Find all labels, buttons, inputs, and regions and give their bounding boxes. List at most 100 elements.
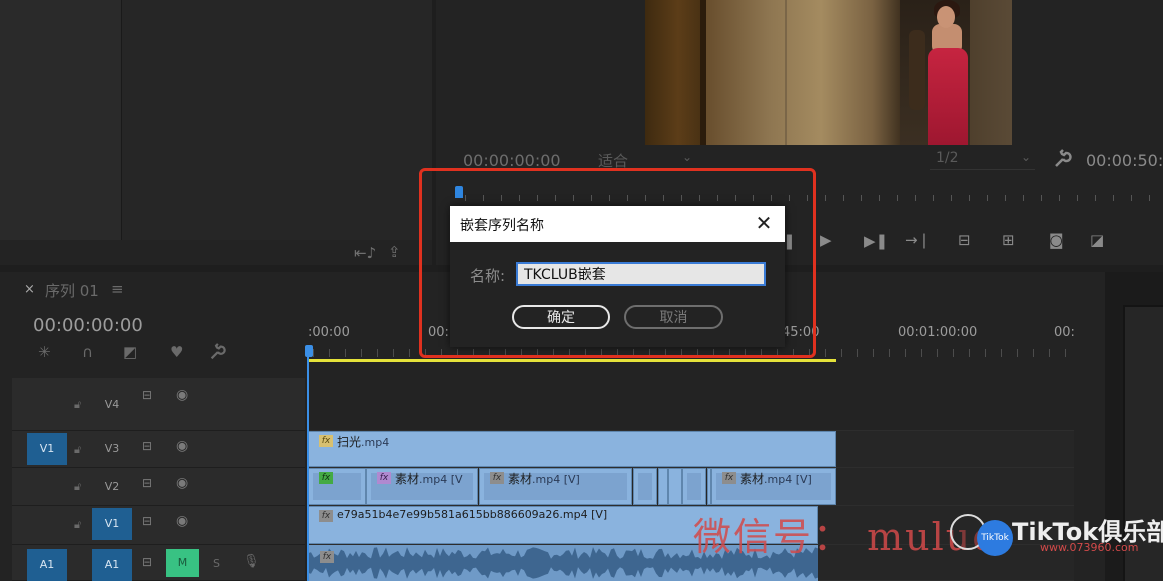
clip-v2-short-4[interactable]	[682, 468, 706, 505]
track-name[interactable]: A1	[92, 549, 132, 581]
work-area-bar[interactable]	[308, 359, 836, 362]
clip-v2-nested[interactable]: fx	[308, 468, 366, 505]
clip-name: 扫光	[337, 435, 362, 449]
eye-icon[interactable]: ◉	[176, 438, 188, 454]
ruler-tick	[329, 349, 330, 357]
sync-lock-icon[interactable]: ⊟	[142, 514, 152, 528]
ruler-tick	[1113, 195, 1114, 201]
ruler-tick	[985, 349, 986, 357]
lock-icon[interactable]: 🔓︎	[74, 398, 81, 412]
clip-v2-a[interactable]: fx 素材.mp4 [V	[366, 468, 478, 505]
ruler-tick	[841, 349, 842, 357]
sync-lock-icon[interactable]: ⊟	[142, 439, 152, 453]
eye-icon[interactable]: ◉	[176, 513, 188, 529]
ruler-tick	[361, 349, 362, 357]
ruler-tick	[1095, 195, 1096, 201]
ruler-tick	[1149, 195, 1150, 201]
resolution-dropdown[interactable]: 1/2 ⌄	[930, 150, 1035, 170]
lock-icon[interactable]: 🔓︎	[74, 518, 81, 532]
track-name[interactable]: V3	[92, 433, 132, 465]
fx-badge: fx	[722, 472, 736, 484]
play-icon[interactable]: ▶	[820, 231, 832, 249]
source-patch-a1[interactable]: A1	[27, 549, 67, 581]
fit-dropdown[interactable]: 适合 ⌄	[598, 150, 696, 170]
sync-lock-icon[interactable]: ⊟	[142, 555, 152, 569]
step-forward-icon[interactable]: ▶❚	[864, 232, 888, 250]
clip-label: 素材.mp4 [V	[395, 470, 463, 487]
ruler-tick	[905, 349, 906, 357]
eye-icon[interactable]: ◉	[176, 475, 188, 491]
fx-badge: fx	[377, 472, 391, 484]
ruler-label: 00:	[1054, 325, 1075, 340]
fx-badge: fx	[319, 435, 333, 447]
wrench-icon[interactable]	[1052, 149, 1072, 169]
add-marker-icon[interactable]: ♥	[170, 343, 183, 361]
timeline-timecode[interactable]: 00:00:00:00	[33, 315, 143, 336]
track-name[interactable]: V2	[92, 471, 132, 503]
linked-selection-icon[interactable]: ◩	[123, 343, 137, 361]
ruler-tick	[345, 349, 346, 357]
sync-lock-icon[interactable]: ⊟	[142, 476, 152, 490]
track-header-a1: A1 A1 ⊟ M S 🎙︎	[12, 545, 305, 581]
source-patch-v1[interactable]: V1	[27, 433, 67, 465]
url-watermark: www.073960.com	[1040, 541, 1139, 554]
comparison-view-icon[interactable]: ◪	[1090, 231, 1104, 249]
ruler-tick	[857, 349, 858, 357]
clip-label: 素材.mp4 [V]	[508, 470, 580, 487]
extract-icon[interactable]: ⊞	[1002, 231, 1015, 249]
ruler-tick	[1041, 195, 1042, 201]
nest-toggle-icon[interactable]: ✳	[38, 343, 51, 361]
program-video-frame	[645, 0, 1012, 145]
clip-v2-short-3[interactable]	[668, 468, 682, 505]
highlight-box	[419, 168, 816, 358]
camera-icon[interactable]: ◙	[1049, 231, 1064, 249]
timeline-settings-wrench-icon[interactable]	[208, 343, 226, 365]
sequence-tab[interactable]: 序列 01	[45, 280, 99, 301]
track-name[interactable]: V1	[92, 508, 132, 540]
track-header-v4: 🔓︎ V4 ⊟ ◉	[12, 378, 305, 431]
clip-v3[interactable]: fx 扫光.mp4	[308, 431, 836, 467]
video-door-shape	[645, 0, 700, 145]
ruler-tick	[969, 349, 970, 357]
solo-button[interactable]: S	[213, 557, 220, 570]
panel-menu-icon[interactable]: ≡	[111, 280, 124, 298]
lock-icon[interactable]: 🔓︎	[74, 443, 81, 457]
clip-v2-b[interactable]: fx 素材.mp4 [V]	[479, 468, 632, 505]
ruler-tick	[953, 349, 954, 357]
video-figure-dress	[928, 48, 968, 145]
clip-v2-short-1[interactable]	[633, 468, 657, 505]
lane-v4[interactable]	[308, 378, 1074, 431]
snap-magnet-icon[interactable]: ∩	[82, 343, 93, 361]
go-to-out-icon[interactable]: →❘	[905, 231, 930, 249]
export-frame-icon[interactable]: ⇪	[388, 243, 401, 261]
timeline-playhead[interactable]	[305, 345, 313, 357]
ruler-tick	[409, 349, 410, 357]
track-name[interactable]: V4	[92, 389, 132, 421]
lift-icon[interactable]: ⊟	[958, 231, 971, 249]
clip-v2-c[interactable]: fx 素材.mp4 [V]	[711, 468, 836, 505]
insert-icon[interactable]: ⇤♪	[354, 244, 376, 262]
clip-label: 扫光.mp4	[337, 433, 389, 450]
clip-v2-short-2[interactable]	[658, 468, 668, 505]
lock-icon[interactable]: 🔓︎	[74, 480, 81, 494]
tiktok-badge: TikTok	[977, 520, 1013, 556]
clip-name: 素材	[508, 472, 533, 486]
sync-lock-icon[interactable]: ⊟	[142, 388, 152, 402]
mute-button[interactable]: M	[166, 549, 199, 577]
ruler-tick	[969, 195, 970, 201]
timeline-playhead-line[interactable]	[307, 345, 309, 581]
ruler-tick	[313, 349, 314, 357]
clip-name: 素材	[395, 472, 420, 486]
ruler-tick	[1049, 349, 1050, 357]
ruler-tick	[393, 349, 394, 357]
microphone-icon[interactable]: 🎙︎	[243, 554, 260, 569]
chevron-down-icon: ⌄	[681, 150, 692, 164]
close-icon[interactable]: ×	[24, 282, 35, 297]
ruler-tick	[825, 195, 826, 201]
ruler-label: :00:00	[308, 325, 350, 340]
program-duration-timecode: 00:00:50:	[1086, 151, 1163, 170]
eye-icon[interactable]: ◉	[176, 387, 188, 403]
fx-badge: fx	[490, 472, 504, 484]
ruler-tick	[1033, 349, 1034, 357]
ruler-tick	[987, 195, 988, 201]
